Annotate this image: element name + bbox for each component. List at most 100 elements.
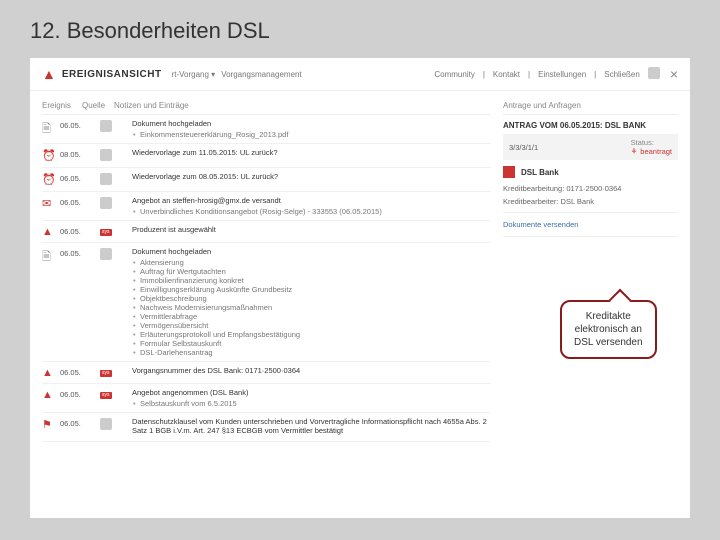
event-date: 06.05.: [60, 388, 100, 399]
nav-einstellungen[interactable]: Einstellungen: [538, 70, 586, 79]
system-badge: sys: [100, 370, 112, 377]
event-title: Wiedervorlage zum 08.05.2015: UL zurück?: [132, 172, 491, 181]
antrag-title: ANTRAG VOM 06.05.2015: DSL BANK: [503, 115, 678, 134]
event-row[interactable]: 🗎06.05. Dokument hochgeladenAktensierungA…: [42, 243, 491, 362]
system-badge: sys: [100, 229, 112, 236]
status-label: Status:: [631, 138, 654, 147]
col-quelle: Quelle: [82, 101, 114, 110]
event-source: [100, 417, 132, 432]
event-row[interactable]: ✉06.05. Angebot an steffen-hrosig@gmx.de …: [42, 192, 491, 221]
event-source: sys: [100, 388, 132, 399]
event-sub: Erläuterungsprotokoll und Empfangsbestät…: [132, 330, 491, 339]
event-source: [100, 119, 132, 134]
bank-kreditbearbeitung: Kreditbearbeitung: 0171·2500·0364: [503, 182, 678, 195]
col-ereignis: Ereignis: [42, 101, 82, 110]
event-row[interactable]: ⏰08.05. Wiedervorlage zum 11.05.2015: UL …: [42, 144, 491, 168]
event-source: sys: [100, 225, 132, 236]
event-source: [100, 172, 132, 187]
doc-icon: 🗎: [42, 119, 60, 139]
event-row[interactable]: 🗎06.05. Dokument hochgeladenEinkommensteu…: [42, 115, 491, 144]
event-row[interactable]: ▲06.05.sys Vorgangsnummer des DSL Bank: 0…: [42, 362, 491, 384]
clock-icon: ⏰: [42, 172, 60, 186]
col-notizen: Notizen und Einträge: [114, 101, 491, 110]
bell-icon: ▲: [42, 388, 60, 401]
menu-vorgang[interactable]: rt-Vorgang ▾: [172, 70, 216, 79]
event-date: 06.05.: [60, 366, 100, 377]
status-value: ⚘ beantragt: [631, 147, 672, 156]
app-title: EREIGNISANSICHT: [62, 69, 162, 80]
event-body: Angebot an steffen-hrosig@gmx.de versand…: [132, 196, 491, 216]
event-body: Vorgangsnummer des DSL Bank: 0171·2500·0…: [132, 366, 491, 377]
header-right: Community | Kontakt | Einstellungen | Sc…: [434, 67, 659, 81]
event-sub: Aktensierung: [132, 258, 491, 267]
event-list: 🗎06.05.Dokument hochgeladenEinkommensteu…: [42, 115, 491, 442]
share-icon: ⚘: [631, 147, 638, 156]
event-body: Angebot angenommen (DSL Bank) Selbstausku…: [132, 388, 491, 408]
event-date: 06.05.: [60, 172, 100, 183]
app-header: ▲ EREIGNISANSICHT rt-Vorgang ▾ Vorgangsm…: [30, 58, 690, 91]
event-title: Dokument hochgeladen: [132, 119, 491, 128]
antrag-id: 3/3/3/1/1: [509, 143, 538, 152]
event-title: Vorgangsnummer des DSL Bank: 0171·2500·0…: [132, 366, 491, 375]
event-row[interactable]: ▲06.05.sysProduzent ist ausgewählt: [42, 221, 491, 243]
user-avatar-icon[interactable]: [648, 67, 660, 81]
event-title: Datenschutzklausel vom Kunden unterschri…: [132, 417, 491, 435]
event-title: Angebot an steffen-hrosig@gmx.de versand…: [132, 196, 491, 205]
menu-vorgangsmanagement[interactable]: Vorgangsmanagement: [221, 70, 302, 79]
nav-community[interactable]: Community: [434, 70, 474, 79]
event-body: Datenschutzklausel vom Kunden unterschri…: [132, 417, 491, 437]
event-source: [100, 247, 132, 262]
event-title: Angebot angenommen (DSL Bank): [132, 388, 491, 397]
event-date: 06.05.: [60, 119, 100, 130]
callout-line2: elektronisch an: [574, 323, 643, 336]
doc-icon: 🗎: [42, 247, 60, 267]
event-title: Wiedervorlage zum 11.05.2015: UL zurück?: [132, 148, 491, 157]
event-body: Dokument hochgeladenEinkommensteuererklä…: [132, 119, 491, 139]
callout-line1: Kreditakte: [574, 310, 643, 323]
event-sub: Formular Selbstauskunft: [132, 339, 491, 348]
side-header: Antrage und Anfragen: [503, 97, 678, 115]
event-date: 06.05.: [60, 247, 100, 258]
event-title: Produzent ist ausgewählt: [132, 225, 491, 234]
event-body: Wiedervorlage zum 08.05.2015: UL zurück?: [132, 172, 491, 183]
event-sub: Vermögensübersicht: [132, 321, 491, 330]
event-sub: Vermittlerabfrage: [132, 312, 491, 321]
event-row[interactable]: ⏰06.05. Wiedervorlage zum 08.05.2015: UL …: [42, 168, 491, 192]
event-date: 06.05.: [60, 225, 100, 236]
event-sub: Nachweis Modernisierungsmaßnahmen: [132, 303, 491, 312]
header-menu: rt-Vorgang ▾ Vorgangsmanagement: [172, 70, 435, 79]
callout-line3: DSL versenden: [574, 336, 643, 349]
event-sub: Unverbindliches Konditionsangebot (Rosig…: [132, 207, 491, 216]
nav-kontakt[interactable]: Kontakt: [493, 70, 520, 79]
event-row[interactable]: ▲06.05.sysAngebot angenommen (DSL Bank) S…: [42, 384, 491, 413]
avatar-icon: [100, 173, 112, 185]
event-sub: Selbstauskunft vom 6.5.2015: [132, 399, 491, 408]
event-sub: DSL-Darlehensantrag: [132, 348, 491, 357]
app-window: ▲ EREIGNISANSICHT rt-Vorgang ▾ Vorgangsm…: [30, 58, 690, 518]
event-date: 06.05.: [60, 196, 100, 207]
close-icon[interactable]: ×: [670, 66, 678, 82]
callout-kreditakte: Kreditakte elektronisch an DSL versenden: [560, 300, 657, 359]
bell-icon: ▲: [42, 66, 56, 82]
avatar-icon: [100, 120, 112, 132]
event-date: 08.05.: [60, 148, 100, 159]
event-row[interactable]: ⚑06.05.Datenschutzklausel vom Kunden unt…: [42, 413, 491, 442]
event-sub: Auftrag für Wertgutachten: [132, 267, 491, 276]
side-panel: Antrage und Anfragen ANTRAG VOM 06.05.20…: [503, 97, 678, 442]
bell-icon: ▲: [42, 366, 60, 379]
nav-schliessen[interactable]: Schließen: [604, 70, 640, 79]
clock-icon: ⏰: [42, 148, 60, 162]
bank-logo-icon: [503, 166, 515, 178]
mail-icon: ✉: [42, 196, 60, 210]
event-body: Dokument hochgeladenAktensierungAuftrag …: [132, 247, 491, 357]
dokumente-versenden-link[interactable]: Dokumente versenden: [503, 217, 678, 232]
avatar-icon: [100, 149, 112, 161]
avatar-icon: [100, 197, 112, 209]
event-body: Wiedervorlage zum 11.05.2015: UL zurück?: [132, 148, 491, 159]
event-sub: Objektbeschreibung: [132, 294, 491, 303]
main-column: Ereignis Quelle Notizen und Einträge 🗎06…: [42, 97, 491, 442]
event-sub: Einwilligungserklärung Auskünfte Grundbe…: [132, 285, 491, 294]
event-sub: Immobilienfinanzierung konkret: [132, 276, 491, 285]
bank-kreditbearbeiter: Kreditbearbeiter: DSL Bank: [503, 195, 678, 208]
slide-title: 12. Besonderheiten DSL: [30, 18, 690, 44]
